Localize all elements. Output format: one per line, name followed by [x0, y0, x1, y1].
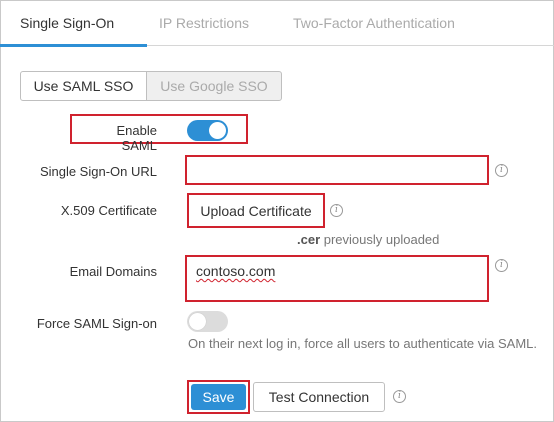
- certificate-status: .cer previously uploaded: [297, 232, 439, 247]
- sso-url-label: Single Sign-On URL: [39, 164, 157, 179]
- enable-saml-toggle[interactable]: [187, 120, 228, 141]
- email-domains-label: Email Domains: [69, 264, 157, 279]
- force-saml-toggle[interactable]: [187, 311, 228, 332]
- force-saml-label: Force SAML Sign-on: [36, 316, 157, 331]
- certificate-extension: .cer: [297, 232, 321, 247]
- email-domains-value: contoso.com: [196, 263, 276, 279]
- sso-url-input[interactable]: [188, 158, 486, 182]
- toggle-knob: [209, 122, 226, 139]
- test-connection-button[interactable]: Test Connection: [253, 382, 385, 412]
- tab-two-factor-authentication[interactable]: Two-Factor Authentication: [293, 15, 455, 31]
- certificate-status-text: previously uploaded: [320, 232, 440, 247]
- use-saml-sso-button[interactable]: Use SAML SSO: [20, 71, 147, 101]
- tab-ip-restrictions[interactable]: IP Restrictions: [159, 15, 249, 31]
- sso-url-info-icon[interactable]: i: [495, 164, 508, 177]
- toggle-knob: [189, 313, 206, 330]
- certificate-label: X.509 Certificate: [60, 203, 157, 218]
- use-google-sso-button[interactable]: Use Google SSO: [146, 71, 282, 101]
- email-domains-info-icon[interactable]: i: [495, 259, 508, 272]
- active-tab-indicator: [0, 44, 147, 47]
- tab-single-sign-on[interactable]: Single Sign-On: [20, 15, 114, 31]
- enable-saml-label: Enable SAML: [116, 123, 157, 153]
- certificate-info-icon[interactable]: i: [330, 204, 343, 217]
- email-domains-textarea[interactable]: contoso.com: [188, 258, 486, 299]
- test-connection-info-icon[interactable]: i: [393, 390, 406, 403]
- force-saml-hint: On their next log in, force all users to…: [188, 336, 538, 351]
- upload-certificate-button[interactable]: Upload Certificate: [192, 197, 320, 225]
- save-button[interactable]: Save: [191, 384, 246, 410]
- tab-bar: Single Sign-On IP Restrictions Two-Facto…: [0, 0, 554, 47]
